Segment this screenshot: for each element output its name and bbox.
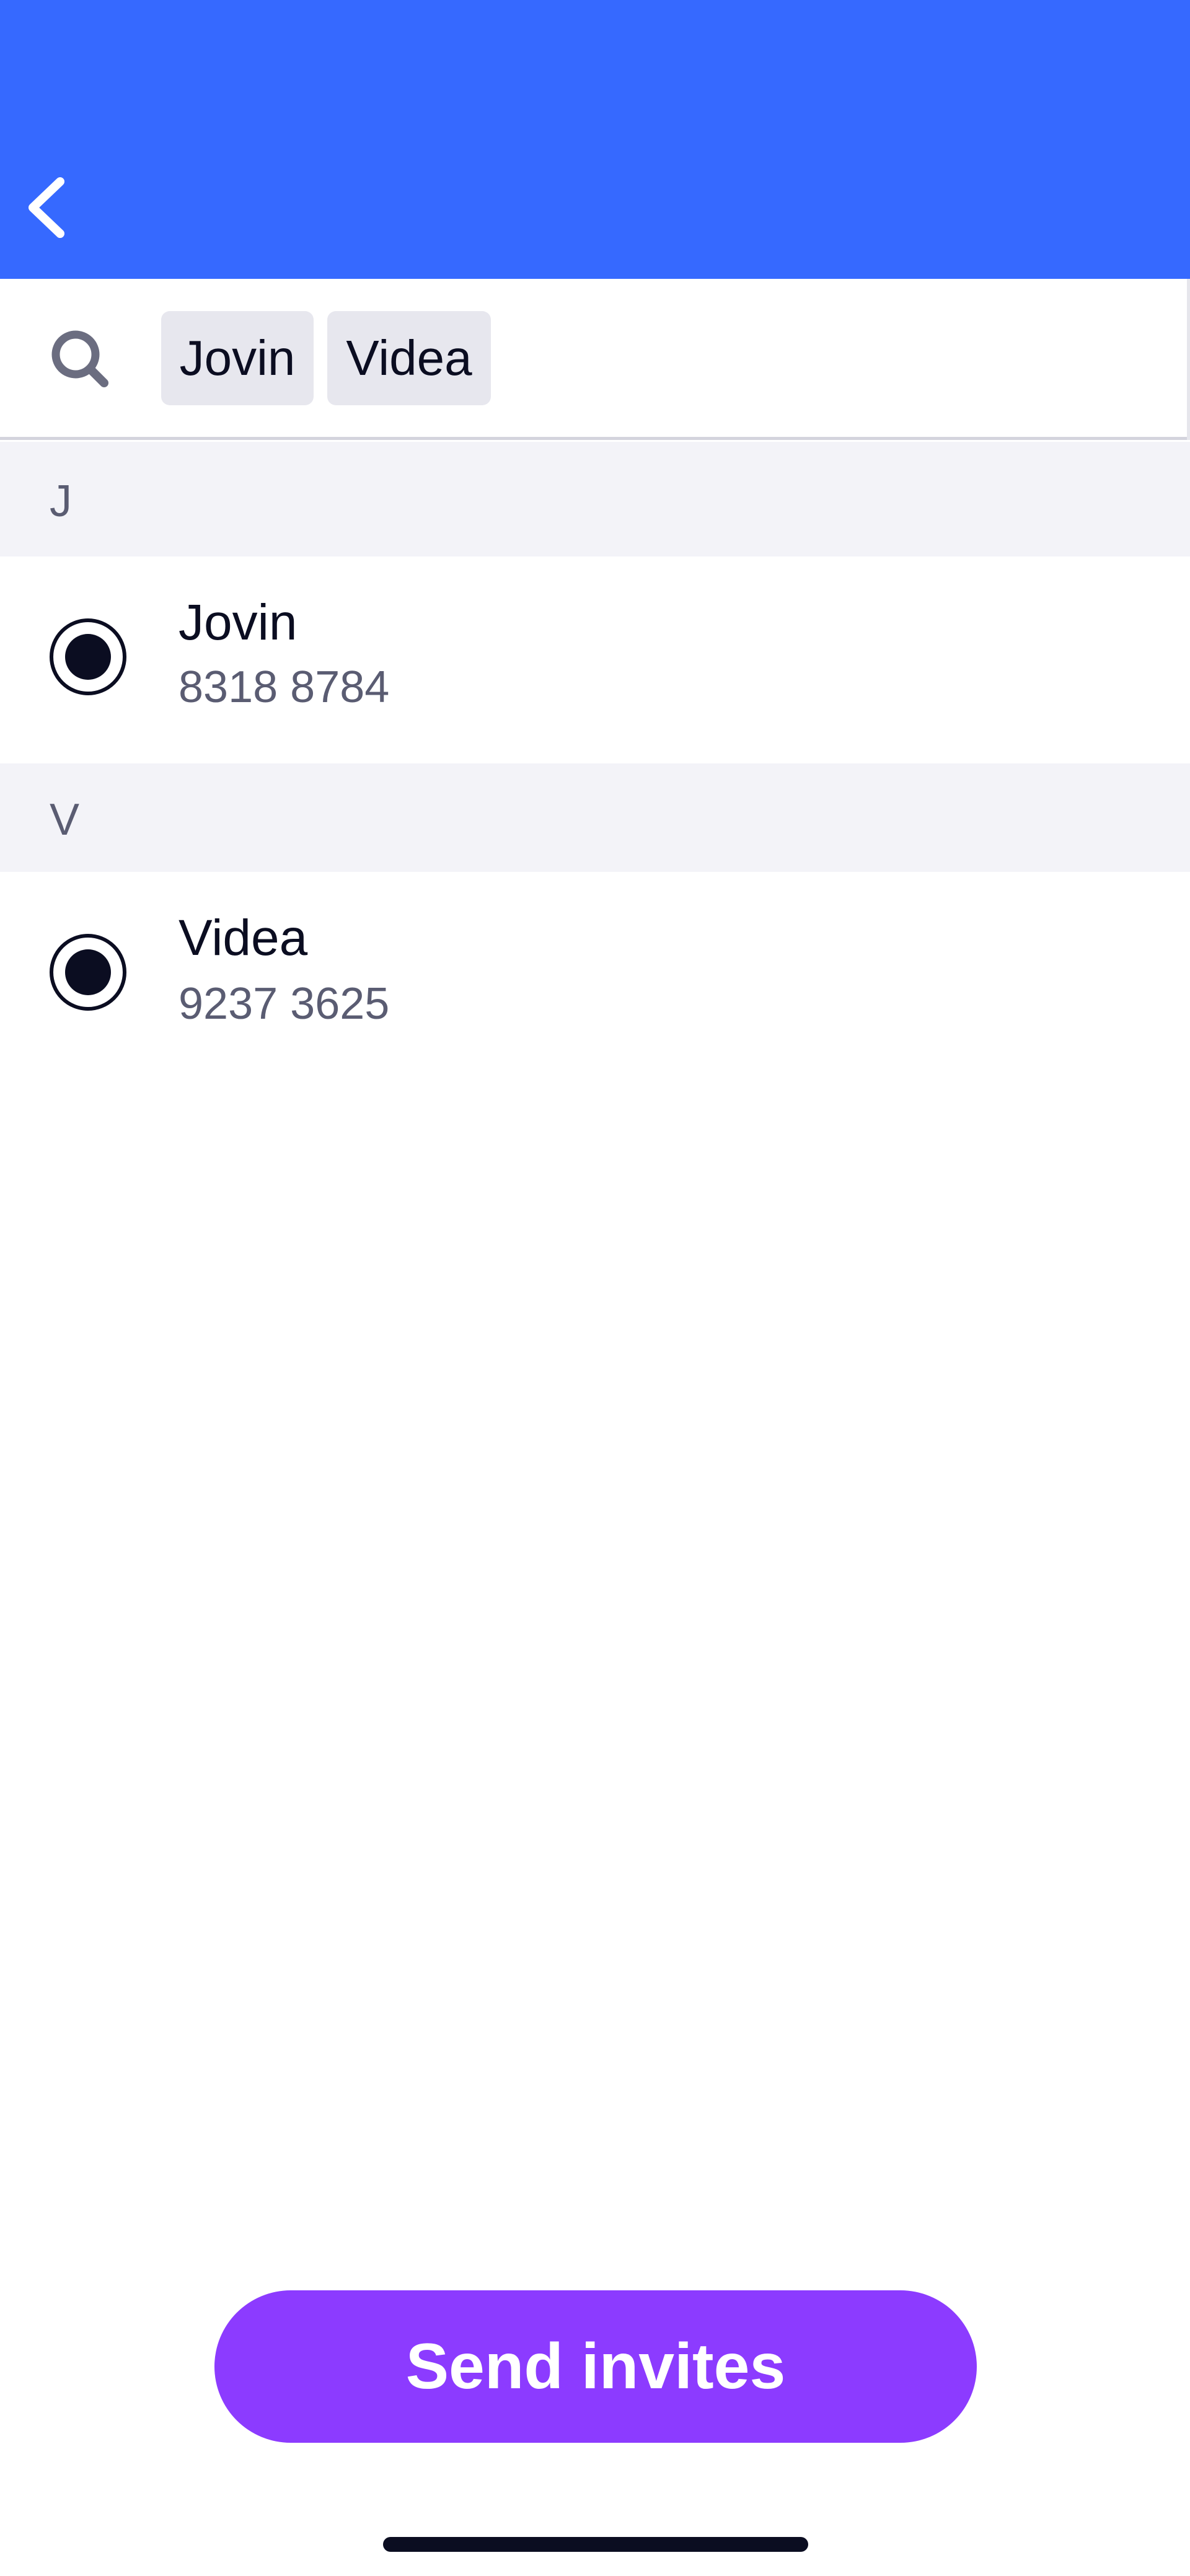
home-indicator: [383, 2537, 808, 2552]
chevron-left-icon: [29, 177, 64, 238]
section-letter: V: [50, 795, 80, 845]
back-button[interactable]: [19, 167, 74, 248]
contact-phone: 9237 3625: [178, 979, 390, 1029]
selected-radio-icon[interactable]: [50, 618, 126, 695]
search-icon: [48, 327, 110, 389]
recipient-chip-jovin[interactable]: Jovin: [161, 311, 314, 405]
contact-row-videa[interactable]: Videa 9237 3625: [0, 872, 1190, 1079]
selected-radio-icon[interactable]: [50, 934, 126, 1011]
contact-name: Videa: [178, 910, 308, 966]
app-header: [0, 0, 1190, 279]
send-invites-button[interactable]: Send invites: [214, 2290, 977, 2443]
contact-phone: 8318 8784: [178, 662, 390, 712]
section-letter: J: [50, 477, 72, 526]
contact-name: Jovin: [178, 594, 298, 651]
section-header-j: J: [0, 442, 1190, 556]
section-header-v: V: [0, 763, 1190, 872]
recipient-chip-videa[interactable]: Videa: [327, 311, 491, 405]
contact-row-jovin[interactable]: Jovin 8318 8784: [0, 556, 1190, 763]
